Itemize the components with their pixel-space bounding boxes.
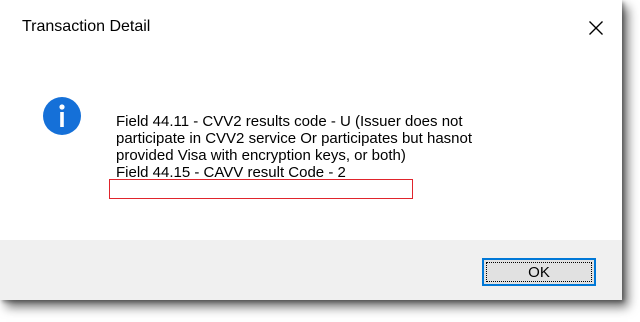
message-line: provided Visa with encryption keys, or b… xyxy=(116,147,406,164)
close-icon xyxy=(588,20,604,36)
message-line: participate in CVV2 service Or participa… xyxy=(116,130,473,147)
ok-button-label: OK xyxy=(528,263,550,281)
dialog-title: Transaction Detail xyxy=(22,18,151,35)
highlight-box xyxy=(109,179,413,199)
button-bar: OK xyxy=(0,240,622,300)
ok-button[interactable]: OK xyxy=(482,258,596,286)
info-icon xyxy=(42,96,82,136)
screenshot-canvas: Transaction Detail Field 44.11 - CVV2 re… xyxy=(0,0,640,322)
close-button[interactable] xyxy=(576,8,616,48)
transaction-detail-dialog: Transaction Detail Field 44.11 - CVV2 re… xyxy=(0,0,622,300)
dialog-content: Field 44.11 - CVV2 results code - U (Iss… xyxy=(0,58,622,240)
message-text: Field 44.11 - CVV2 results code - U (Iss… xyxy=(116,113,586,181)
message-line: Field 44.11 - CVV2 results code - U (Iss… xyxy=(116,113,463,130)
title-bar: Transaction Detail xyxy=(0,0,622,58)
